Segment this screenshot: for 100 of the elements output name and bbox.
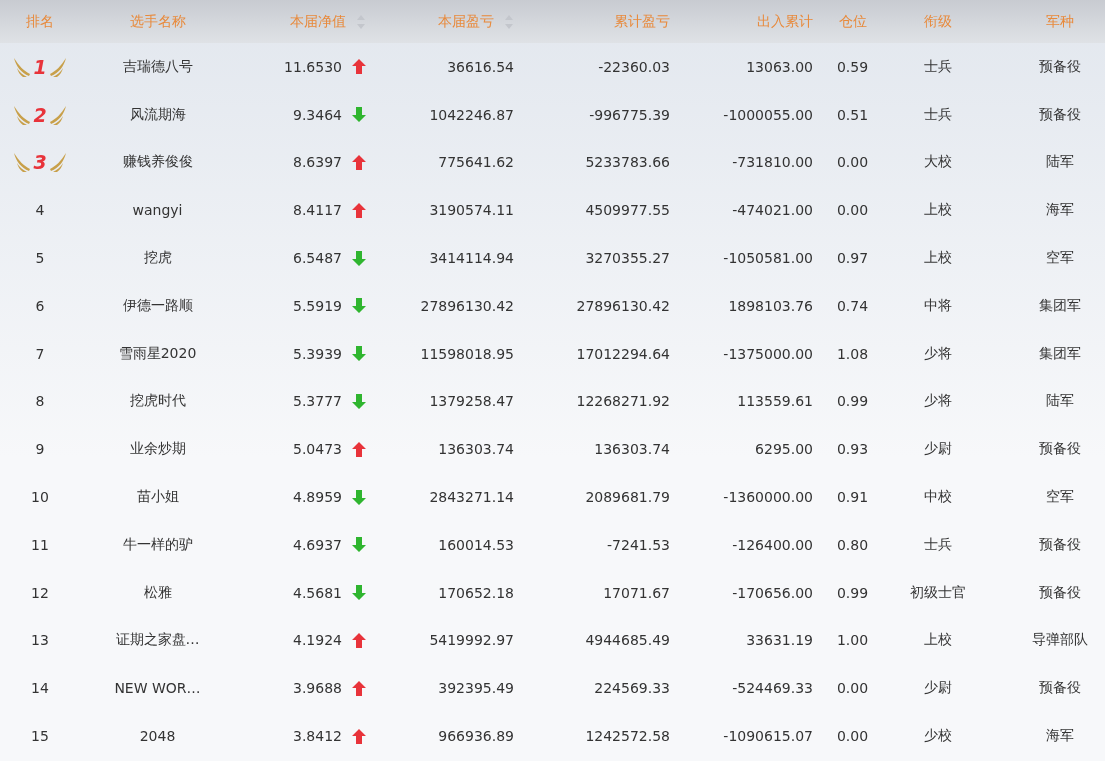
rank-title: 中校 xyxy=(923,488,952,507)
rank-title: 少将 xyxy=(923,392,952,411)
player-name: 业余炒期 xyxy=(129,440,186,459)
player-name: wangyi xyxy=(132,202,183,219)
profit-value: 11598018.95 xyxy=(420,345,514,362)
column-header: 军种 xyxy=(1045,12,1074,31)
column-header: 仓位 xyxy=(838,12,867,31)
branch-label: 陆军 xyxy=(1045,153,1074,172)
in-out-value: -474021.00 xyxy=(732,202,813,219)
position-value: 0.99 xyxy=(836,584,869,601)
profit-value: 966936.89 xyxy=(438,728,514,745)
rank-number: 11 xyxy=(31,536,49,553)
rank-number: 9 xyxy=(35,441,45,458)
in-out-value: -126400.00 xyxy=(732,536,813,553)
branch-label: 预备役 xyxy=(1038,105,1081,124)
position-value: 1.08 xyxy=(836,345,869,362)
total-profit-value: 3270355.27 xyxy=(585,250,670,267)
total-profit-value: 17012294.64 xyxy=(576,345,670,362)
profit-value: 3190574.11 xyxy=(429,202,514,219)
player-name: 伊德一路顺 xyxy=(122,296,193,315)
total-profit-value: -22360.03 xyxy=(598,58,670,75)
profit-value: 1042246.87 xyxy=(429,106,514,123)
total-profit-value: 12268271.92 xyxy=(576,393,670,410)
profit-value: 5419992.97 xyxy=(429,632,514,649)
branch-label: 预备役 xyxy=(1038,440,1081,459)
position-value: 0.00 xyxy=(836,728,869,745)
player-name: 吉瑞德八号 xyxy=(122,57,193,76)
total-profit-value: 5233783.66 xyxy=(585,154,670,171)
position-value: 0.93 xyxy=(836,441,869,458)
branch-label: 预备役 xyxy=(1038,679,1081,698)
rank-number: 12 xyxy=(31,584,49,601)
rank-number: 3 xyxy=(33,151,47,174)
total-profit-value: 17071.67 xyxy=(603,584,670,601)
rank-title: 大校 xyxy=(923,153,952,172)
column-header: 排名 xyxy=(26,12,54,31)
net-value: 3.9688 xyxy=(293,680,342,697)
branch-label: 海军 xyxy=(1045,201,1074,220)
total-profit-value: 1242572.58 xyxy=(585,728,670,745)
column-header: 累计盈亏 xyxy=(614,12,670,31)
rank-number: 10 xyxy=(31,489,49,506)
branch-label: 预备役 xyxy=(1038,583,1081,602)
rank-number: 2 xyxy=(33,103,47,126)
in-out-value: 6295.00 xyxy=(755,441,813,458)
branch-label: 空军 xyxy=(1045,249,1074,268)
rank-title: 少校 xyxy=(923,727,952,746)
rank-title: 初级士官 xyxy=(909,583,966,602)
profit-value: 170652.18 xyxy=(438,584,514,601)
in-out-value: -1000055.00 xyxy=(723,106,813,123)
profit-value: 136303.74 xyxy=(438,441,514,458)
branch-label: 预备役 xyxy=(1038,535,1081,554)
in-out-value: 1898103.76 xyxy=(728,297,813,314)
branch-label: 集团军 xyxy=(1038,296,1081,315)
rank-title: 中将 xyxy=(923,296,952,315)
total-profit-value: 27896130.42 xyxy=(576,297,670,314)
rank-number: 5 xyxy=(35,250,45,267)
branch-label: 集团军 xyxy=(1038,344,1081,363)
column-header: 本届盈亏 xyxy=(438,12,494,31)
total-profit-value: 2089681.79 xyxy=(585,489,670,506)
rank-title: 少尉 xyxy=(923,440,952,459)
in-out-value: -1090615.07 xyxy=(723,728,813,745)
profit-value: 27896130.42 xyxy=(420,297,514,314)
net-value: 5.3939 xyxy=(293,345,342,362)
player-name: 松雅 xyxy=(143,583,172,602)
rank-title: 士兵 xyxy=(923,105,952,124)
total-profit-value: -7241.53 xyxy=(607,536,670,553)
branch-label: 海军 xyxy=(1045,727,1074,746)
rank-number: 7 xyxy=(35,345,45,362)
rank-number: 14 xyxy=(31,680,49,697)
net-value: 11.6530 xyxy=(284,58,342,75)
player-name: 牛一样的驴 xyxy=(122,535,193,554)
net-value: 9.3464 xyxy=(293,106,342,123)
total-profit-value: 4509977.55 xyxy=(585,202,670,219)
net-value: 3.8412 xyxy=(293,728,342,745)
branch-label: 导弹部队 xyxy=(1031,631,1088,650)
rank-title: 上校 xyxy=(923,201,952,220)
player-name: 2048 xyxy=(139,728,176,745)
player-name: 雪雨星2020 xyxy=(118,344,197,363)
in-out-value: 113559.61 xyxy=(737,393,813,410)
branch-label: 空军 xyxy=(1045,488,1074,507)
net-value: 4.6937 xyxy=(293,536,342,553)
total-profit-value: 136303.74 xyxy=(594,441,670,458)
net-value: 8.4117 xyxy=(293,202,342,219)
net-value: 4.1924 xyxy=(293,632,342,649)
position-value: 0.99 xyxy=(836,393,869,410)
branch-label: 预备役 xyxy=(1038,57,1081,76)
net-value: 4.5681 xyxy=(293,584,342,601)
position-value: 0.51 xyxy=(836,106,869,123)
net-value: 5.3777 xyxy=(293,393,342,410)
total-profit-value: -996775.39 xyxy=(589,106,670,123)
rank-number: 1 xyxy=(33,55,47,78)
in-out-value: -1360000.00 xyxy=(723,489,813,506)
player-name: 赚钱养俊俊 xyxy=(122,153,193,172)
player-name: NEW WOR… xyxy=(114,680,201,697)
in-out-value: -170656.00 xyxy=(732,584,813,601)
profit-value: 160014.53 xyxy=(438,536,514,553)
in-out-value: -524469.33 xyxy=(732,680,813,697)
in-out-value: 13063.00 xyxy=(746,58,813,75)
profit-value: 36616.54 xyxy=(447,58,514,75)
rank-title: 少尉 xyxy=(923,679,952,698)
net-value: 5.5919 xyxy=(293,297,342,314)
